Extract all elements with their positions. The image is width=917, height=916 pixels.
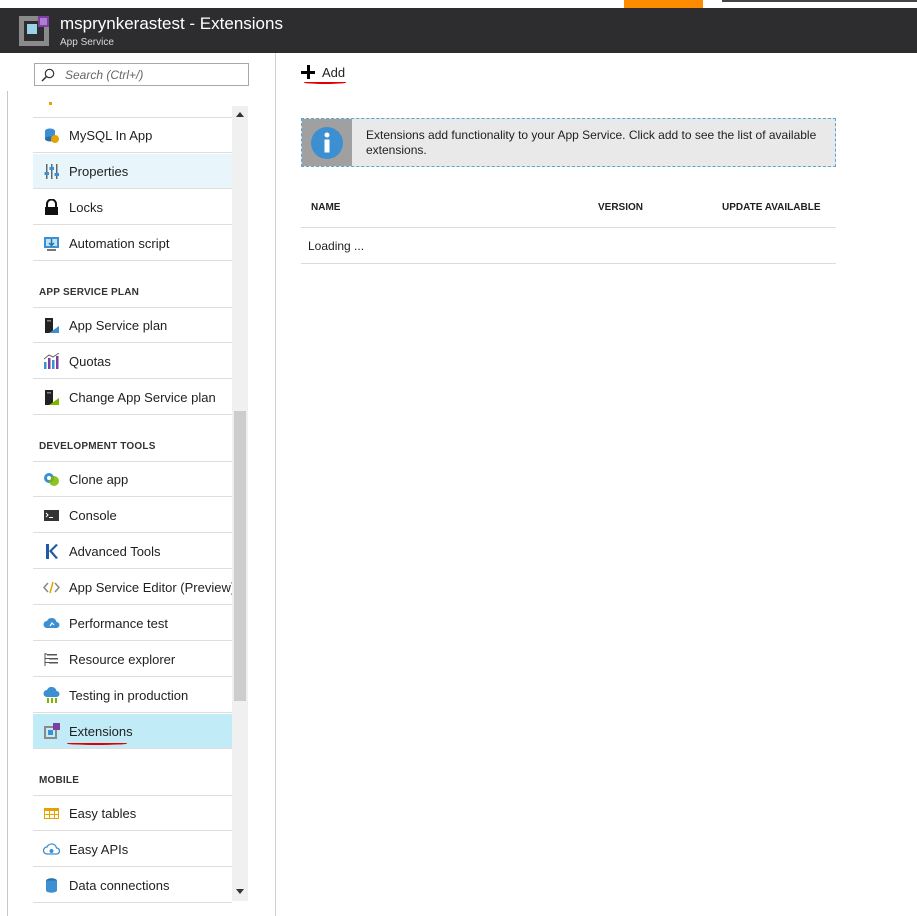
sidebar-item-locks[interactable]: Locks xyxy=(33,190,232,225)
sidebar-item-advanced-tools[interactable]: Advanced Tools xyxy=(33,534,232,569)
sidebar-item-console[interactable]: Console xyxy=(33,498,232,533)
sidebar-item-label: Easy tables xyxy=(69,806,137,821)
change-plan-icon xyxy=(45,390,59,405)
scrolled-item-icon-fragment xyxy=(49,102,52,105)
sidebar-item-app-service-editor[interactable]: App Service Editor (Preview) xyxy=(33,570,236,605)
extensions-table-header: NAME VERSION UPDATE AVAILABLE xyxy=(301,193,836,228)
section-heading-development-tools: DEVELOPMENT TOOLS xyxy=(39,441,156,452)
resource-explorer-icon xyxy=(44,653,58,666)
resource-menu: MySQL In App Properties Locks xyxy=(0,53,276,916)
blade-header: msprynkerastest - Extensions App Service xyxy=(0,8,917,53)
sidebar-item-label: Change App Service plan xyxy=(69,390,216,405)
sidebar-item-label: Clone app xyxy=(69,472,129,487)
cloud-api-icon xyxy=(43,843,60,855)
sidebar-item-label: Testing in production xyxy=(69,688,189,703)
search-input[interactable] xyxy=(65,66,245,83)
column-header-update-available[interactable]: UPDATE AVAILABLE xyxy=(722,202,821,213)
column-header-version[interactable]: VERSION xyxy=(598,202,643,213)
info-banner: Extensions add functionality to your App… xyxy=(301,118,836,167)
sidebar-item-label: Automation script xyxy=(69,236,170,251)
sidebar-item-easy-tables[interactable]: Easy tables xyxy=(33,796,232,831)
sidebar-item-mysql-in-app[interactable]: MySQL In App xyxy=(33,118,232,153)
section-heading-app-service-plan: APP SERVICE PLAN xyxy=(39,287,140,298)
cloud-performance-icon xyxy=(43,617,60,628)
sidebar-item-label: Easy APIs xyxy=(69,842,129,857)
code-editor-icon xyxy=(43,581,60,594)
sidebar-item-label: Locks xyxy=(69,200,103,215)
sidebar-item-automation-script[interactable]: Automation script xyxy=(33,226,232,261)
annotation-underline-add xyxy=(304,81,346,84)
page-title: msprynkerastest - Extensions xyxy=(60,14,283,33)
sidebar-item-label: Properties xyxy=(69,164,129,179)
table-row: Loading ... xyxy=(301,228,836,264)
sidebar-item-change-app-service-plan[interactable]: Change App Service plan xyxy=(33,380,232,415)
loading-text: Loading ... xyxy=(308,239,365,253)
quotas-chart-icon xyxy=(43,353,60,369)
sidebar-item-label: Console xyxy=(69,508,117,523)
search-box[interactable] xyxy=(34,63,249,86)
sidebar-item-quotas[interactable]: Quotas xyxy=(33,344,232,379)
sidebar-item-clone-app[interactable]: Clone app xyxy=(33,462,232,497)
top-strip xyxy=(0,0,917,8)
mysql-icon xyxy=(45,128,59,143)
sidebar-item-data-connections[interactable]: Data connections xyxy=(33,868,232,903)
sidebar-item-label: App Service plan xyxy=(69,318,168,333)
sidebar-item-label: Performance test xyxy=(69,616,168,631)
table-icon xyxy=(44,808,59,819)
info-message: Extensions add functionality to your App… xyxy=(366,128,817,157)
console-icon xyxy=(44,510,59,521)
extensions-blade: Add Extensions add functionality to your… xyxy=(276,53,917,916)
properties-sliders-icon xyxy=(44,164,59,179)
sidebar-item-label: Extensions xyxy=(69,724,133,739)
info-icon-box xyxy=(302,119,352,166)
menu-scrollbar[interactable] xyxy=(232,106,248,901)
search-icon xyxy=(41,68,55,82)
sidebar-item-label: Resource explorer xyxy=(69,652,176,667)
sidebar-item-label: Data connections xyxy=(69,878,170,893)
lock-icon xyxy=(45,199,58,215)
annotation-underline-extensions xyxy=(67,742,127,745)
scroll-down-arrow-icon[interactable] xyxy=(236,889,244,894)
sidebar-item-label: Quotas xyxy=(69,354,111,369)
sidebar-item-easy-apis[interactable]: Easy APIs xyxy=(33,832,232,867)
info-icon xyxy=(311,127,343,159)
notification-indicator[interactable] xyxy=(624,0,703,8)
add-button-label: Add xyxy=(322,65,346,80)
testing-production-icon xyxy=(43,687,60,703)
app-service-logo-icon xyxy=(19,16,49,46)
clone-app-icon xyxy=(44,473,59,486)
column-header-name[interactable]: NAME xyxy=(311,202,340,213)
sidebar-item-label: App Service Editor (Preview) xyxy=(69,580,236,595)
kudu-icon xyxy=(46,544,58,559)
scrollbar-thumb[interactable] xyxy=(234,411,246,701)
sidebar-item-label: MySQL In App xyxy=(69,128,153,143)
extensions-icon xyxy=(44,723,60,739)
sidebar-item-resource-explorer[interactable]: Resource explorer xyxy=(33,642,232,677)
plus-icon xyxy=(301,65,315,79)
sidebar-item-extensions[interactable]: Extensions xyxy=(33,714,232,749)
sidebar-item-label: Advanced Tools xyxy=(69,544,161,559)
database-icon xyxy=(46,878,57,893)
scroll-up-arrow-icon[interactable] xyxy=(236,112,244,117)
section-heading-mobile: MOBILE xyxy=(39,775,80,786)
sidebar-item-testing-in-production[interactable]: Testing in production xyxy=(33,678,232,713)
sidebar-item-properties[interactable]: Properties xyxy=(33,154,232,189)
app-service-plan-icon xyxy=(45,318,59,333)
sidebar-item-performance-test[interactable]: Performance test xyxy=(33,606,232,641)
page-subtitle: App Service xyxy=(60,37,114,48)
automation-script-icon xyxy=(44,237,59,251)
menu-left-edge xyxy=(7,91,8,916)
top-bar-segment xyxy=(722,0,917,2)
sidebar-item-app-service-plan[interactable]: App Service plan xyxy=(33,308,232,343)
